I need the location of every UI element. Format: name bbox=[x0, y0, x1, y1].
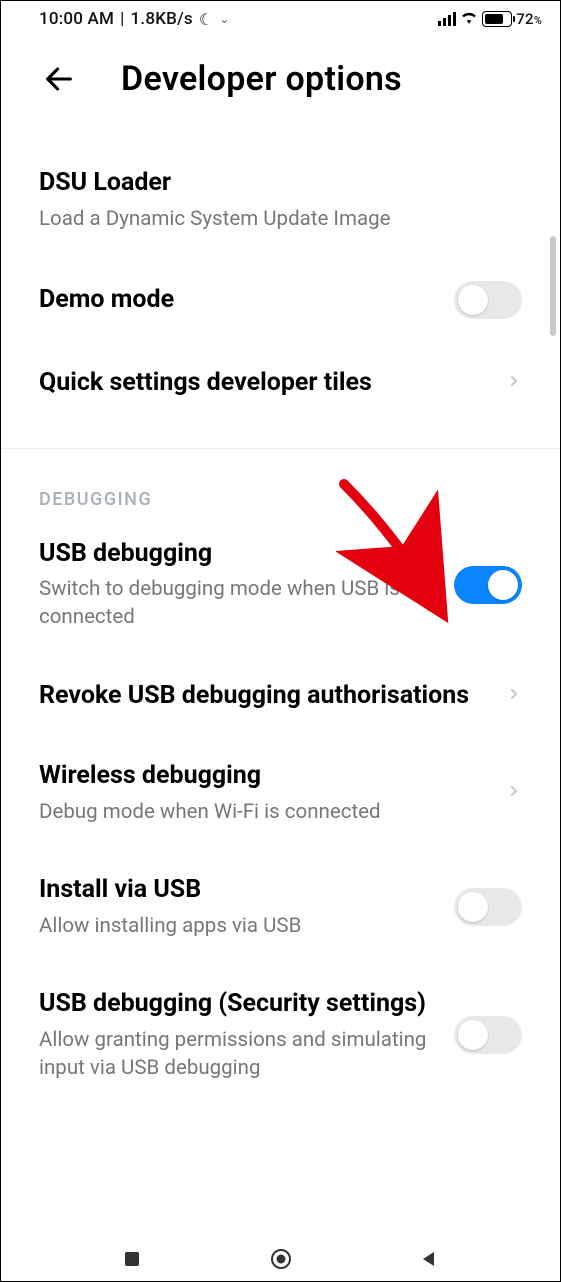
toggle-usb-debugging-security[interactable] bbox=[454, 1016, 522, 1054]
item-subtitle: Load a Dynamic System Update Image bbox=[39, 206, 522, 234]
item-title: Wireless debugging bbox=[39, 760, 486, 793]
section-header-debugging: DEBUGGING bbox=[39, 449, 522, 514]
item-title: Demo mode bbox=[39, 284, 434, 317]
chevron-right-icon bbox=[506, 682, 522, 710]
item-title: Quick settings developer tiles bbox=[39, 367, 486, 400]
item-title: USB debugging (Security settings) bbox=[39, 988, 434, 1021]
toggle-install-via-usb[interactable] bbox=[454, 888, 522, 926]
settings-list: DSU Loader Load a Dynamic System Update … bbox=[1, 143, 560, 1088]
item-title: Revoke USB debugging authorisations bbox=[39, 680, 486, 713]
nav-recents-button[interactable] bbox=[114, 1241, 150, 1277]
nav-back-button[interactable] bbox=[411, 1241, 447, 1277]
status-net-speed: 1.8KB/s bbox=[131, 9, 193, 29]
battery-percent: 72% bbox=[516, 10, 542, 28]
battery-icon bbox=[482, 11, 512, 27]
circle-icon bbox=[270, 1248, 292, 1270]
wifi-icon bbox=[460, 9, 478, 29]
app-header: Developer options bbox=[1, 37, 560, 143]
triangle-left-icon bbox=[420, 1250, 438, 1268]
square-icon bbox=[124, 1251, 140, 1267]
dnd-moon-icon: ☾ bbox=[199, 10, 214, 29]
nav-bar bbox=[1, 1237, 560, 1281]
item-usb-debugging[interactable]: USB debugging Switch to debugging mode w… bbox=[39, 514, 522, 656]
item-title: Install via USB bbox=[39, 874, 434, 907]
status-right: 72% bbox=[438, 9, 542, 29]
toggle-demo-mode[interactable] bbox=[454, 281, 522, 319]
item-usb-debugging-security[interactable]: USB debugging (Security settings) Allow … bbox=[39, 964, 522, 1088]
scrollbar[interactable] bbox=[550, 236, 556, 336]
item-title: DSU Loader bbox=[39, 167, 522, 200]
item-install-via-usb[interactable]: Install via USB Allow installing apps vi… bbox=[39, 850, 522, 964]
arrow-left-icon bbox=[42, 62, 76, 96]
toggle-usb-debugging[interactable] bbox=[454, 566, 522, 604]
chevron-right-icon bbox=[506, 779, 522, 807]
nav-home-button[interactable] bbox=[263, 1241, 299, 1277]
back-button[interactable] bbox=[39, 59, 79, 99]
item-dsu-loader[interactable]: DSU Loader Load a Dynamic System Update … bbox=[39, 143, 522, 257]
status-time: 10:00 AM bbox=[39, 9, 114, 29]
item-quick-settings-tiles[interactable]: Quick settings developer tiles bbox=[39, 343, 522, 424]
item-title: USB debugging bbox=[39, 538, 434, 571]
status-caret-icon: ⌄ bbox=[219, 12, 229, 26]
item-subtitle: Allow installing apps via USB bbox=[39, 913, 434, 941]
item-wireless-debugging[interactable]: Wireless debugging Debug mode when Wi-Fi… bbox=[39, 736, 522, 850]
item-revoke-usb-auth[interactable]: Revoke USB debugging authorisations bbox=[39, 656, 522, 737]
item-subtitle: Debug mode when Wi-Fi is connected bbox=[39, 799, 486, 827]
chevron-right-icon bbox=[506, 369, 522, 397]
item-subtitle: Allow granting permissions and simulatin… bbox=[39, 1027, 434, 1082]
page-title: Developer options bbox=[121, 59, 402, 99]
item-demo-mode[interactable]: Demo mode bbox=[39, 257, 522, 343]
signal-icon bbox=[438, 12, 456, 26]
item-subtitle: Switch to debugging mode when USB is con… bbox=[39, 576, 434, 631]
status-left: 10:00 AM | 1.8KB/s ☾ ⌄ bbox=[39, 9, 230, 29]
status-separator: | bbox=[120, 9, 124, 29]
status-bar: 10:00 AM | 1.8KB/s ☾ ⌄ 72% bbox=[1, 1, 560, 37]
